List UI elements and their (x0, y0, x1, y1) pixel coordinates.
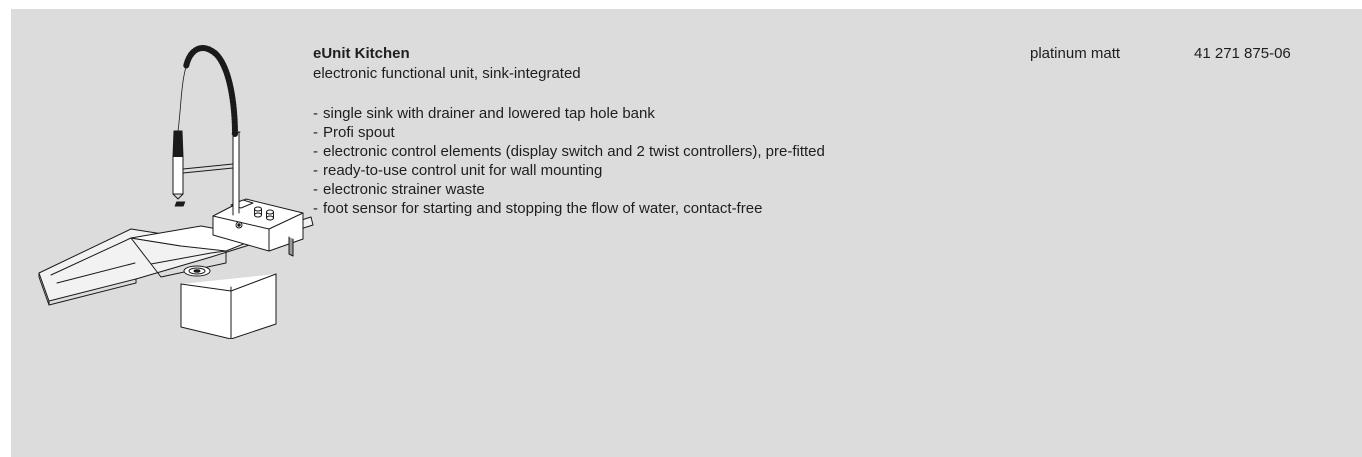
feature-item: - single sink with drainer and lowered ta… (313, 105, 655, 122)
feature-item: - electronic control elements (display sw… (313, 143, 825, 160)
feature-item: - foot sensor for starting and stopping t… (313, 200, 763, 217)
feature-text: foot sensor for starting and stopping th… (323, 200, 763, 217)
feature-item: - ready-to-use control unit for wall moun… (313, 162, 603, 179)
feature-text: single sink with drainer and lowered tap… (323, 105, 655, 122)
feature-list: - single sink with drainer and lowered ta… (313, 104, 1013, 218)
product-info: eUnit Kitchen electronic functional unit… (313, 44, 1013, 218)
feature-item: - electronic strainer waste (313, 181, 485, 198)
product-title: eUnit Kitchen (313, 45, 410, 62)
product-subtitle: electronic functional unit, sink-integra… (313, 65, 581, 82)
product-panel: eUnit Kitchen electronic functional unit… (11, 9, 1362, 457)
kitchen-sink-illustration (38, 45, 314, 339)
feature-text: ready-to-use control unit for wall mount… (323, 162, 603, 179)
article-number: 41 271 875-06 (1194, 45, 1291, 62)
product-finish: platinum matt (1030, 45, 1121, 62)
feature-text: electronic strainer waste (323, 181, 485, 198)
feature-item: - Profi spout (313, 124, 395, 141)
feature-text: electronic control elements (display swi… (323, 143, 825, 160)
feature-text: Profi spout (323, 124, 395, 141)
